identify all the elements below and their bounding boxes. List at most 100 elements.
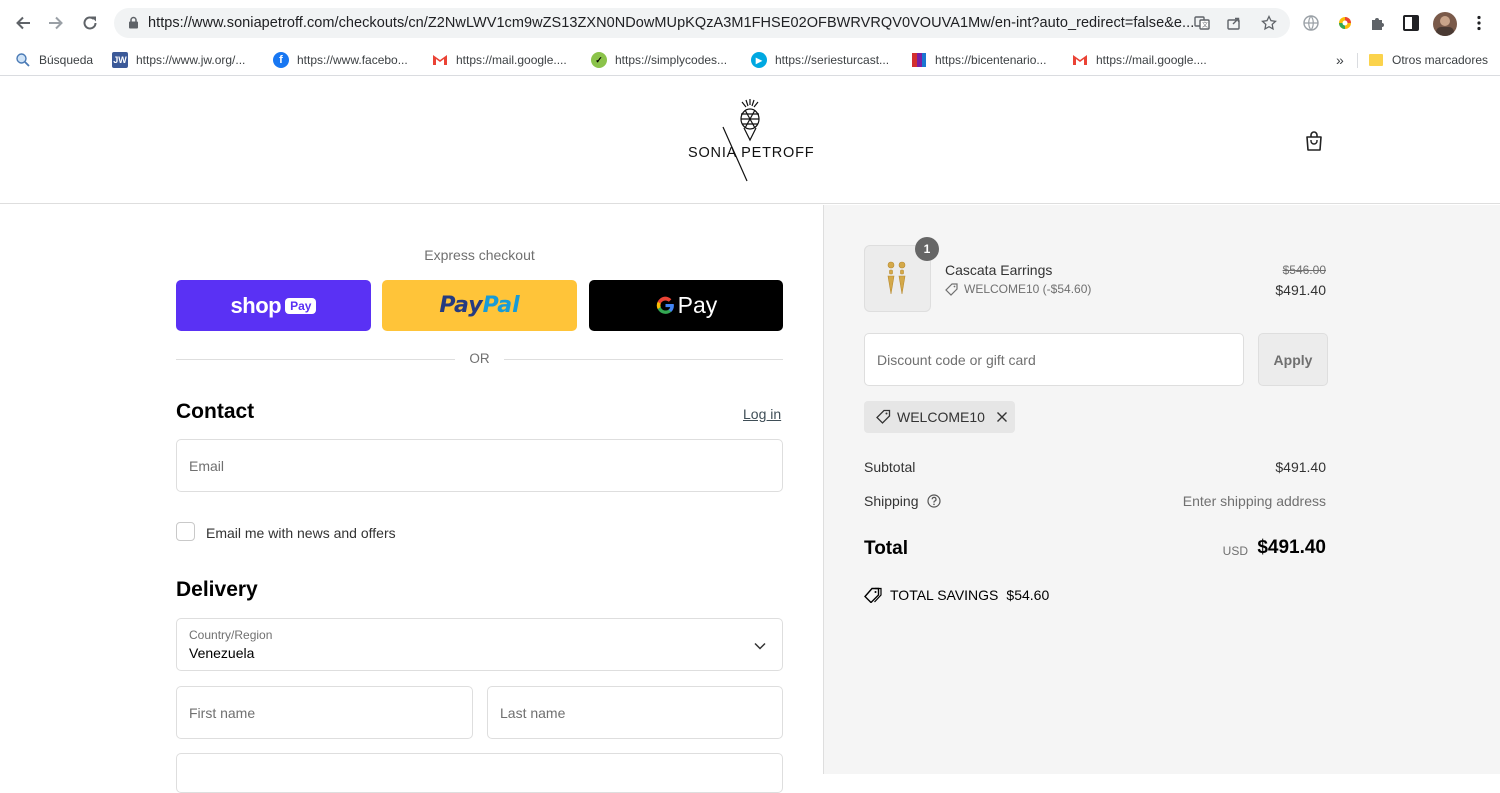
savings-value: $54.60	[1006, 587, 1050, 603]
back-arrow-icon	[16, 16, 30, 30]
browser-toolbar: https://www.soniapetroff.com/checkouts/c…	[0, 0, 1500, 44]
tag-icon	[876, 409, 891, 424]
facebook-icon: f	[273, 52, 289, 68]
newsletter-label: Email me with news and offers	[206, 525, 396, 541]
email-field[interactable]: Email	[176, 439, 783, 492]
share-icon[interactable]	[1226, 15, 1242, 31]
google-g-icon	[656, 296, 674, 314]
other-bookmarks-label: Otros marcadores	[1392, 53, 1489, 67]
bookmark-item[interactable]: JW https://www.jw.org/...	[112, 49, 245, 71]
reload-button[interactable]	[79, 12, 101, 34]
paypal-wordmark-a: Pay	[439, 293, 483, 318]
bookmark-label: https://www.jw.org/...	[136, 53, 246, 67]
savings-tag-icon	[864, 587, 882, 603]
bookmark-item[interactable]: https://mail.google....	[432, 49, 567, 71]
bookmark-label: https://www.facebo...	[297, 53, 408, 67]
country-label: Country/Region	[189, 628, 273, 642]
gmail-icon	[433, 55, 447, 65]
bookmark-item[interactable]: ✓ https://simplycodes...	[591, 49, 727, 71]
remove-code-close-icon[interactable]	[996, 411, 1008, 423]
address-field[interactable]	[176, 753, 783, 793]
country-value: Venezuela	[189, 645, 255, 661]
bicentenario-icon	[912, 53, 926, 67]
last-name-placeholder: Last name	[500, 705, 566, 721]
globe-extension-icon[interactable]	[1302, 14, 1320, 32]
other-bookmarks-button[interactable]: Otros marcadores	[1368, 49, 1488, 71]
bookmark-item[interactable]: https://mail.google....	[1072, 49, 1207, 71]
search-bookmark-icon	[16, 53, 30, 67]
discount-code-input[interactable]: Discount code or gift card	[864, 333, 1244, 386]
paypal-wordmark-b: Pal	[482, 293, 520, 318]
bookmark-item[interactable]: f https://www.facebo...	[273, 49, 408, 71]
bookmark-item[interactable]: Búsqueda	[15, 49, 93, 71]
newsletter-checkbox[interactable]	[176, 522, 195, 541]
google-pay-button[interactable]: Pay	[589, 280, 783, 331]
applied-code-tag: WELCOME10	[864, 401, 1015, 433]
jw-icon: JW	[112, 52, 128, 68]
divider-line	[504, 359, 783, 360]
email-placeholder: Email	[189, 458, 225, 474]
last-name-field[interactable]: Last name	[487, 686, 783, 739]
side-panel-icon[interactable]	[1402, 14, 1420, 32]
paypal-button[interactable]: Pay Pal	[382, 280, 577, 331]
original-price: $546.00	[1282, 263, 1326, 277]
savings-label: TOTAL SAVINGS	[890, 587, 999, 603]
checkout-page: SONIA PETROFF Express checkout shop Pay …	[0, 77, 1500, 793]
shop-pay-button[interactable]: shop Pay	[176, 280, 371, 331]
bookmarks-overflow-button[interactable]: »	[1336, 49, 1344, 71]
divider	[1357, 53, 1358, 68]
chevron-double-right-icon: »	[1336, 52, 1344, 68]
back-button[interactable]	[12, 12, 34, 34]
divider-line	[176, 359, 455, 360]
or-label: OR	[469, 351, 490, 366]
help-circle-icon[interactable]	[927, 494, 941, 508]
shopping-bag-icon[interactable]	[1302, 129, 1326, 153]
apply-discount-button[interactable]: Apply	[1258, 333, 1328, 386]
bookmark-item[interactable]: https://bicentenario...	[911, 49, 1046, 71]
address-bar[interactable]: https://www.soniapetroff.com/checkouts/c…	[114, 8, 1290, 38]
profile-avatar[interactable]	[1433, 12, 1457, 36]
total-label: Total	[864, 538, 908, 559]
country-select[interactable]: Country/Region Venezuela	[176, 618, 783, 671]
product-name: Cascata Earrings	[945, 262, 1053, 278]
bookmark-label: https://seriesturcast...	[775, 53, 890, 67]
extensions-puzzle-icon[interactable]	[1369, 14, 1387, 32]
store-header: SONIA PETROFF	[0, 77, 1500, 204]
delivery-heading: Delivery	[176, 578, 258, 601]
forward-arrow-icon	[49, 16, 63, 30]
first-name-field[interactable]: First name	[176, 686, 473, 739]
bookmark-label: https://mail.google....	[1096, 53, 1207, 67]
menu-kebab-icon[interactable]	[1470, 14, 1488, 32]
store-logo[interactable]: SONIA PETROFF	[686, 97, 816, 185]
total-savings: TOTAL SAVINGS $54.60	[864, 587, 1049, 603]
translate-icon[interactable]: 文	[1194, 15, 1210, 31]
avatar-face-icon	[1440, 16, 1450, 26]
tag-icon	[945, 282, 958, 296]
product-price: $491.40	[1275, 282, 1326, 298]
order-summary: 1 Cascata Earrings WELCOME10 (-$54.60) $…	[823, 205, 1500, 774]
bookmark-star-icon[interactable]	[1261, 15, 1277, 31]
chevron-down-icon	[754, 642, 766, 650]
colorful-extension-icon[interactable]	[1336, 14, 1354, 32]
lock-icon	[129, 16, 138, 29]
reload-icon	[83, 16, 97, 30]
shipping-label: Shipping	[864, 493, 919, 509]
avatar-body-icon	[1436, 27, 1454, 36]
bookmark-item[interactable]: ▶ https://seriesturcast...	[751, 49, 889, 71]
shipping-value: Enter shipping address	[1182, 493, 1326, 509]
simplycodes-icon: ✓	[591, 52, 607, 68]
total-currency: USD	[1222, 544, 1248, 558]
peacock-logo-icon	[722, 99, 760, 182]
bookmark-label: https://bicentenario...	[935, 53, 1047, 67]
express-checkout-title: Express checkout	[424, 247, 535, 263]
contact-heading: Contact	[176, 400, 255, 423]
login-link[interactable]: Log in	[743, 406, 781, 422]
google-pay-label: Pay	[677, 292, 718, 318]
url-text: https://www.soniapetroff.com/checkouts/c…	[148, 15, 1195, 31]
forward-button[interactable]	[45, 12, 67, 34]
bookmark-label: Búsqueda	[39, 53, 94, 67]
shop-pay-wordmark: shop	[230, 292, 282, 318]
total-value: $491.40	[1257, 537, 1326, 558]
discount-placeholder: Discount code or gift card	[877, 352, 1036, 368]
bookmark-label: https://mail.google....	[456, 53, 567, 67]
